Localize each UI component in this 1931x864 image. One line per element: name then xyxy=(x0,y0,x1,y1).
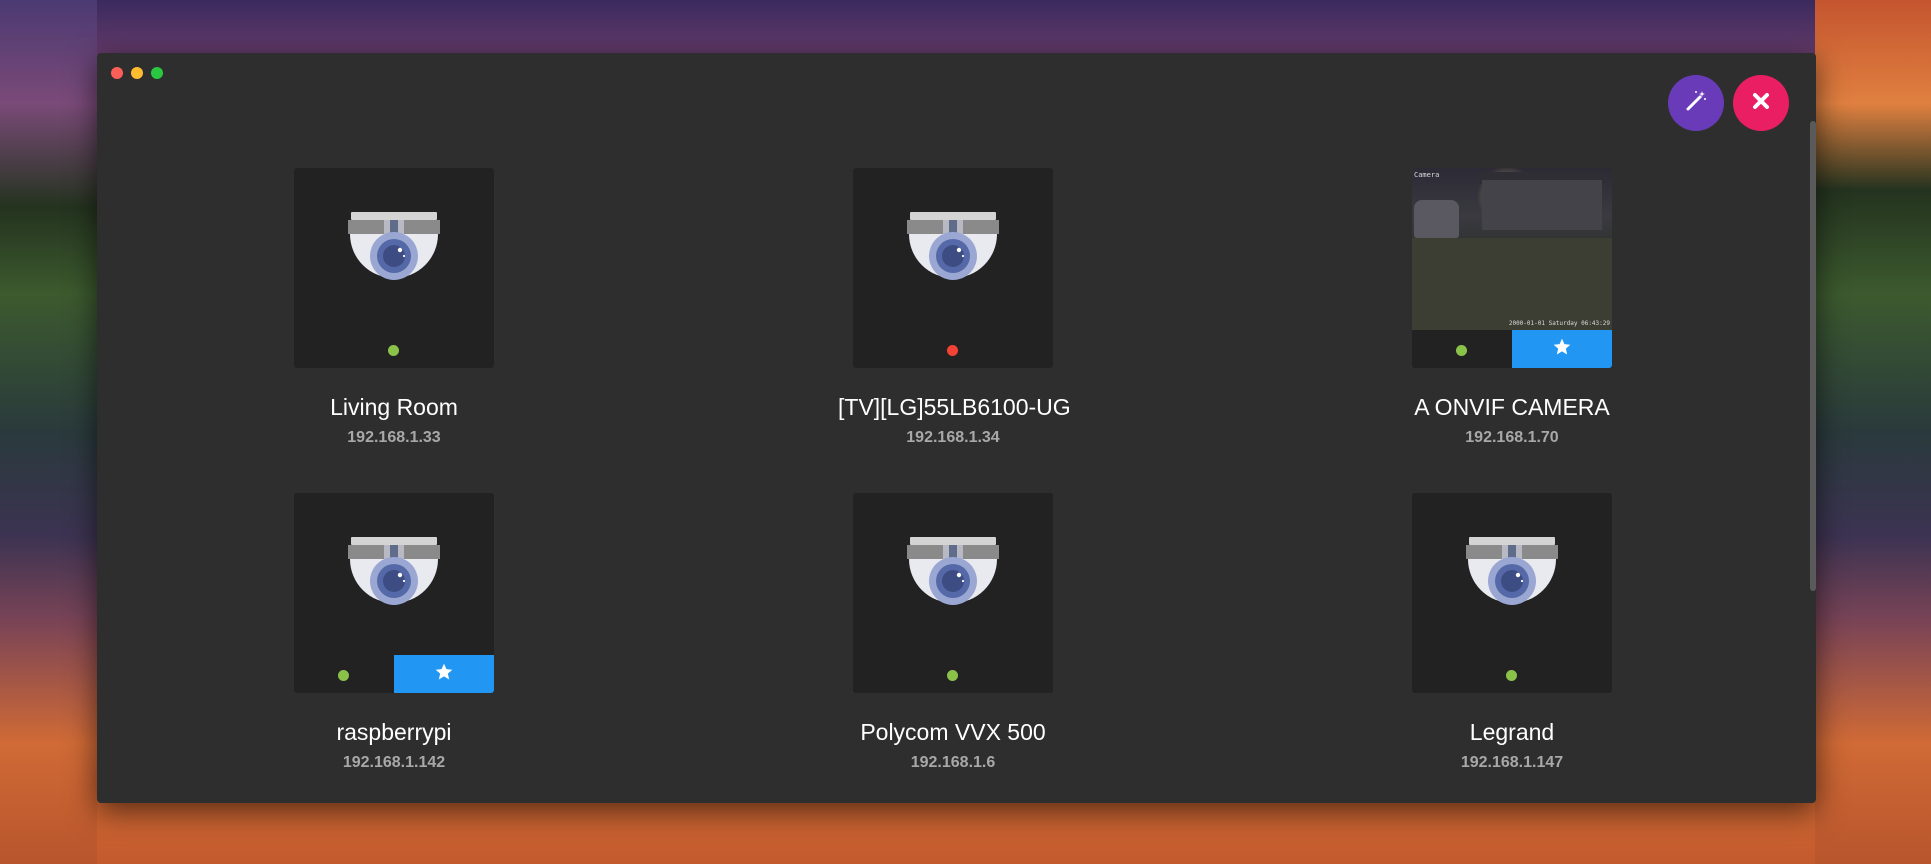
status-indicator xyxy=(1506,670,1517,681)
status-indicator xyxy=(338,670,349,681)
desktop-wallpaper-right xyxy=(1815,0,1931,864)
camera-icon xyxy=(348,212,440,291)
window-close-button[interactable] xyxy=(111,67,123,79)
device-card[interactable]: Living Room 192.168.1.33 xyxy=(279,168,509,447)
window-zoom-button[interactable] xyxy=(151,67,163,79)
status-indicator xyxy=(1456,345,1467,356)
camera-icon xyxy=(907,537,999,616)
snapshot-label: Camera xyxy=(1414,171,1440,179)
device-name: Living Room xyxy=(330,394,458,420)
close-button[interactable] xyxy=(1733,75,1789,131)
favorite-button[interactable] xyxy=(394,655,494,693)
device-thumbnail[interactable] xyxy=(1412,493,1612,693)
device-card[interactable]: Camera 2000-01-01 Saturday 06:43:29 A ONV… xyxy=(1397,168,1627,447)
device-ip: 192.168.1.147 xyxy=(1460,754,1564,771)
favorite-button[interactable] xyxy=(1512,330,1612,368)
star-icon xyxy=(1552,337,1572,362)
device-thumbnail[interactable] xyxy=(853,168,1053,368)
device-thumbnail[interactable]: Camera 2000-01-01 Saturday 06:43:29 xyxy=(1412,168,1612,368)
close-icon xyxy=(1752,92,1770,115)
status-indicator xyxy=(947,345,958,356)
auto-discover-button[interactable] xyxy=(1668,75,1724,131)
device-thumbnail[interactable] xyxy=(294,493,494,693)
device-name: Legrand xyxy=(1469,719,1555,745)
window-controls xyxy=(111,67,163,79)
desktop-wallpaper-left xyxy=(0,0,97,864)
device-ip: 192.168.1.6 xyxy=(910,754,996,771)
device-ip: 192.168.1.33 xyxy=(347,429,441,446)
device-thumbnail[interactable] xyxy=(853,493,1053,693)
window-minimize-button[interactable] xyxy=(131,67,143,79)
star-icon xyxy=(434,662,454,687)
camera-icon xyxy=(1466,537,1558,616)
camera-snapshot: Camera 2000-01-01 Saturday 06:43:29 xyxy=(1412,168,1612,330)
status-indicator xyxy=(947,670,958,681)
device-thumbnail[interactable] xyxy=(294,168,494,368)
device-card[interactable]: Polycom VVX 500 192.168.1.6 xyxy=(838,493,1068,772)
device-card[interactable]: raspberrypi 192.168.1.142 xyxy=(279,493,509,772)
magic-wand-icon xyxy=(1684,89,1708,118)
device-ip: 192.168.1.34 xyxy=(906,429,1000,446)
device-card[interactable]: Legrand 192.168.1.147 xyxy=(1397,493,1627,772)
device-name: raspberrypi xyxy=(336,719,452,745)
device-ip: 192.168.1.142 xyxy=(342,754,446,771)
device-name: [TV][LG]55LB6100-UG xyxy=(838,394,1071,420)
device-name: Polycom VVX 500 xyxy=(860,719,1046,745)
device-name: A ONVIF CAMERA xyxy=(1414,394,1610,420)
camera-icon xyxy=(348,537,440,616)
device-ip: 192.168.1.70 xyxy=(1465,429,1559,446)
snapshot-timestamp: 2000-01-01 Saturday 06:43:29 xyxy=(1508,320,1610,327)
status-indicator xyxy=(388,345,399,356)
device-card[interactable]: [TV][LG]55LB6100-UG 192.168.1.34 xyxy=(838,168,1071,447)
camera-icon xyxy=(907,212,999,291)
scrollbar[interactable] xyxy=(1810,121,1816,591)
app-window: Living Room 192.168.1.33 [TV][LG]55LB610… xyxy=(97,53,1816,803)
